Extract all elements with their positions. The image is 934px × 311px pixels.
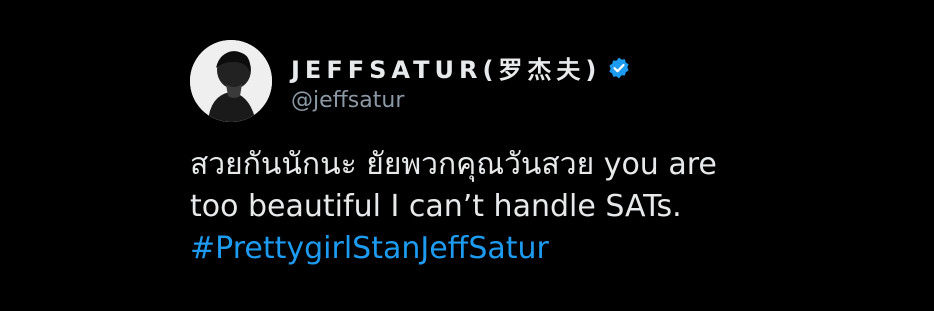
hashtag-link[interactable]: #PrettygirlStanJeffSatur xyxy=(190,228,890,270)
avatar-photo-icon xyxy=(190,40,272,122)
tweet-card: JEFFSATUR(罗杰夫) @jeffsatur สวยกันนักนะ ยั… xyxy=(190,40,890,270)
tweet-header: JEFFSATUR(罗杰夫) @jeffsatur xyxy=(190,40,890,122)
user-handle[interactable]: @jeffsatur xyxy=(291,88,631,113)
user-names: JEFFSATUR(罗杰夫) @jeffsatur xyxy=(291,50,631,113)
display-name[interactable]: JEFFSATUR(罗杰夫) xyxy=(291,50,601,85)
verified-badge-icon xyxy=(607,56,631,80)
tweet-text-line-2: too beautiful I can’t handle SATs. xyxy=(190,189,682,224)
display-name-row: JEFFSATUR(罗杰夫) xyxy=(291,50,631,86)
avatar[interactable] xyxy=(190,40,272,122)
tweet-text: สวยกันนักนะ ยัยพวกคุณวันสวย you are too … xyxy=(190,144,890,270)
tweet-text-line-1: สวยกันนักนะ ยัยพวกคุณวันสวย you are xyxy=(190,147,717,182)
